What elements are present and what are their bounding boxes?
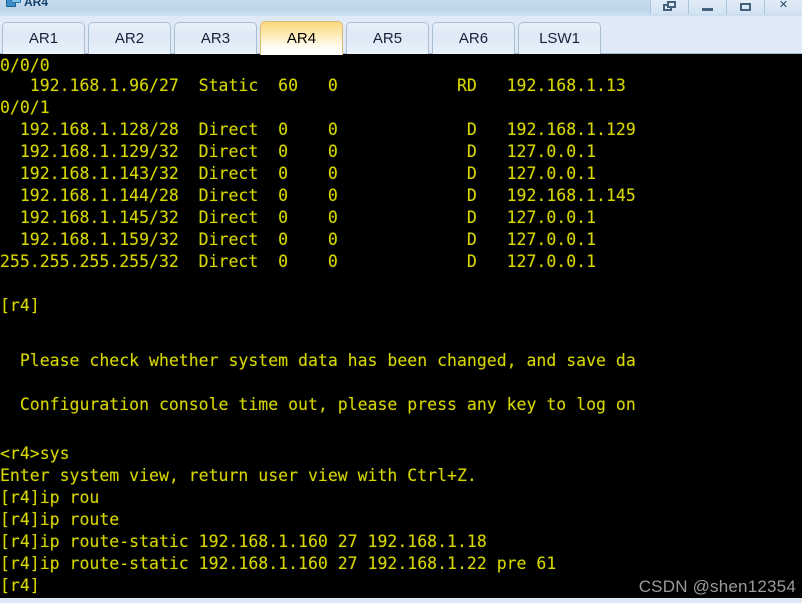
window-title: AR4 bbox=[24, 0, 49, 9]
terminal-line: Please check whether system data has bee… bbox=[0, 351, 636, 370]
tab-label: AR2 bbox=[114, 30, 145, 47]
router-device-icon bbox=[6, 0, 21, 9]
console-terminal[interactable]: 0/0/0 192.168.1.96/27 Static 60 0 RD 192… bbox=[0, 55, 802, 603]
bottom-status-strip bbox=[0, 598, 802, 603]
tab-label: LSW1 bbox=[539, 30, 580, 47]
terminal-line: 0/0/0 bbox=[0, 56, 50, 75]
window-controls: ✕ bbox=[650, 0, 802, 14]
tab-label: AR4 bbox=[286, 30, 317, 47]
terminal-line: Configuration console time out, please p… bbox=[0, 395, 636, 414]
terminal-line: Enter system view, return user view with… bbox=[0, 466, 477, 485]
tab-ar1[interactable]: AR1 bbox=[2, 22, 85, 54]
close-icon: ✕ bbox=[778, 0, 789, 11]
tab-ar4[interactable]: AR4 bbox=[260, 21, 343, 55]
tab-label: AR6 bbox=[458, 30, 489, 47]
maximize-icon bbox=[740, 3, 751, 11]
terminal-line: [r4] bbox=[0, 576, 40, 595]
terminal-line: 192.168.1.129/32 Direct 0 0 D 127.0.0.1 bbox=[0, 142, 597, 161]
device-tabs: AR1 AR2 AR3 AR4 AR5 AR6 LSW1 bbox=[0, 16, 802, 55]
restore-icon bbox=[663, 1, 676, 11]
maximize-button[interactable] bbox=[726, 0, 764, 14]
terminal-line: [r4]ip route-static 192.168.1.160 27 192… bbox=[0, 532, 487, 551]
terminal-line: 192.168.1.144/28 Direct 0 0 D 192.168.1.… bbox=[0, 186, 636, 205]
terminal-line: 192.168.1.128/28 Direct 0 0 D 192.168.1.… bbox=[0, 120, 636, 139]
tab-label: AR3 bbox=[200, 30, 231, 47]
terminal-line: 192.168.1.145/32 Direct 0 0 D 127.0.0.1 bbox=[0, 208, 597, 227]
tab-ar3[interactable]: AR3 bbox=[174, 22, 257, 54]
window-title-bar[interactable]: AR4 ✕ bbox=[0, 0, 802, 17]
tab-lsw1[interactable]: LSW1 bbox=[518, 22, 601, 54]
terminal-line: [r4]ip rou bbox=[0, 488, 100, 507]
terminal-line: 255.255.255.255/32 Direct 0 0 D 127.0.0.… bbox=[0, 252, 597, 271]
tab-label: AR1 bbox=[28, 30, 59, 47]
tab-ar2[interactable]: AR2 bbox=[88, 22, 171, 54]
terminal-line: <r4>sys bbox=[0, 444, 70, 463]
terminal-line: [r4]ip route-static 192.168.1.160 27 192… bbox=[0, 554, 557, 573]
window-title-group: AR4 bbox=[6, 0, 48, 9]
terminal-line: 192.168.1.96/27 Static 60 0 RD 192.168.1… bbox=[0, 76, 626, 95]
terminal-line: 192.168.1.159/32 Direct 0 0 D 127.0.0.1 bbox=[0, 230, 597, 249]
minimize-icon bbox=[702, 8, 713, 11]
tab-label: AR5 bbox=[372, 30, 403, 47]
terminal-line: 192.168.1.143/32 Direct 0 0 D 127.0.0.1 bbox=[0, 164, 597, 183]
minimize-button[interactable] bbox=[688, 0, 726, 14]
terminal-line: [r4] bbox=[0, 296, 40, 315]
csdn-watermark: CSDN @shen12354 bbox=[638, 577, 796, 596]
tab-ar5[interactable]: AR5 bbox=[346, 22, 429, 54]
terminal-line: [r4]ip route bbox=[0, 510, 120, 529]
tab-ar6[interactable]: AR6 bbox=[432, 22, 515, 54]
restore-button[interactable] bbox=[650, 0, 688, 14]
close-button[interactable]: ✕ bbox=[764, 0, 802, 14]
device-tab-strip: AR1 AR2 AR3 AR4 AR5 AR6 LSW1 bbox=[0, 16, 802, 55]
terminal-content: 0/0/0 192.168.1.96/27 Static 60 0 RD 192… bbox=[0, 55, 802, 603]
terminal-line: 0/0/1 bbox=[0, 98, 50, 117]
